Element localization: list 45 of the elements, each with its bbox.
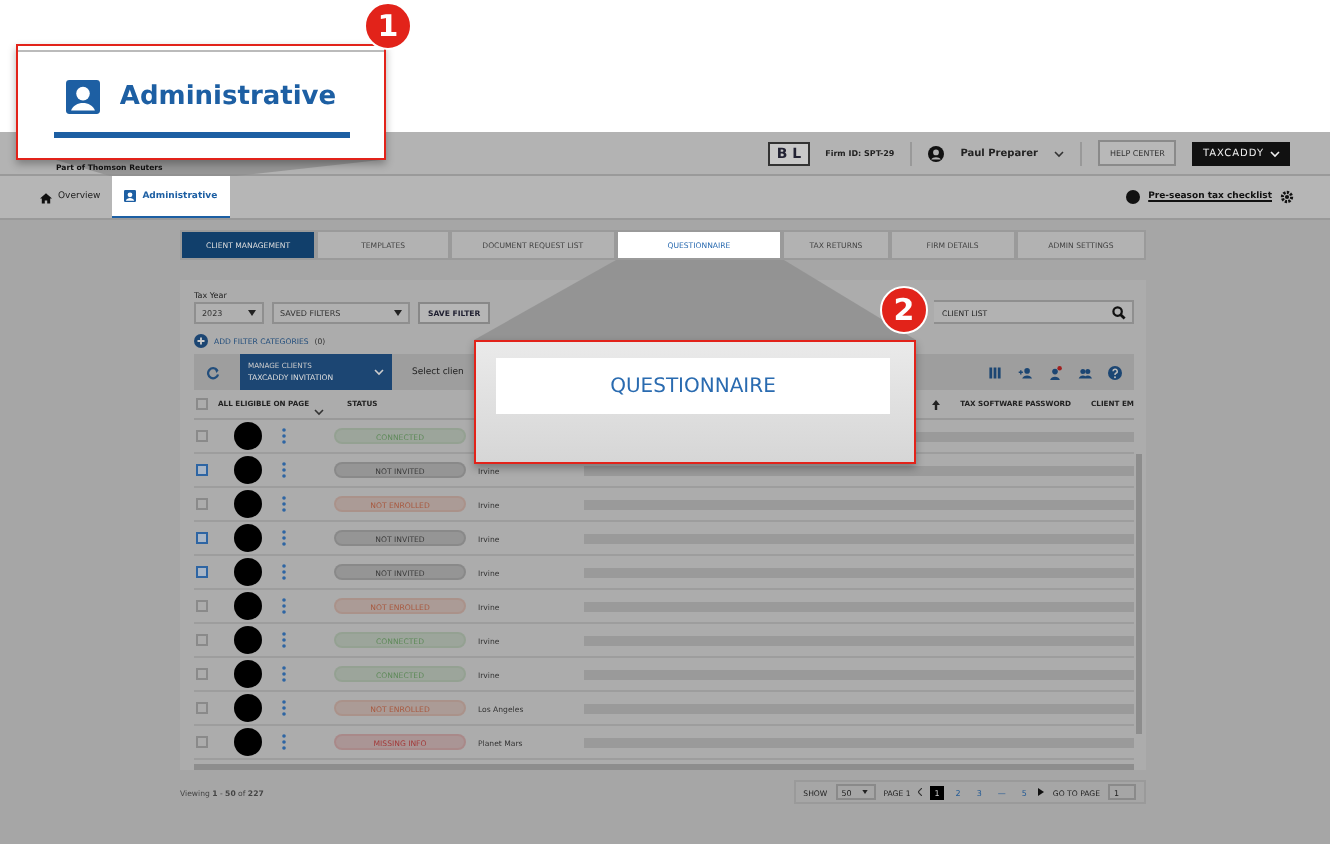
user-icon xyxy=(65,80,100,114)
row-checkbox[interactable] xyxy=(196,668,208,680)
next-icon[interactable] xyxy=(1038,788,1045,796)
settings-icon[interactable] xyxy=(1280,190,1294,204)
previous-icon[interactable] xyxy=(918,788,923,796)
avatar xyxy=(234,728,262,756)
row-checkbox[interactable] xyxy=(196,736,208,748)
columns-icon[interactable] xyxy=(988,365,1002,379)
row-checkbox[interactable] xyxy=(196,464,208,476)
user-icon xyxy=(124,190,137,202)
row-checkbox[interactable] xyxy=(196,566,208,578)
user-notification-icon[interactable] xyxy=(1048,365,1062,379)
row-checkbox[interactable] xyxy=(196,600,208,612)
avatar xyxy=(234,490,262,518)
avatar xyxy=(234,456,262,484)
search-icon[interactable] xyxy=(1112,305,1126,319)
row-checkbox[interactable] xyxy=(196,702,208,714)
add-icon[interactable] xyxy=(194,334,208,348)
callout-label: Administrative xyxy=(119,82,337,112)
home-icon xyxy=(40,191,52,203)
caret-icon xyxy=(313,407,324,415)
row-checkbox[interactable] xyxy=(196,498,208,510)
avatar xyxy=(234,626,262,654)
row-checkbox[interactable] xyxy=(196,532,208,544)
caret-icon xyxy=(374,368,384,376)
sort-icon[interactable] xyxy=(932,399,941,409)
avatar xyxy=(234,558,262,586)
caret-icon xyxy=(248,310,256,316)
row-checkbox[interactable] xyxy=(196,430,208,442)
add-user-icon[interactable] xyxy=(1018,365,1032,379)
caret-icon xyxy=(1053,149,1064,157)
avatar xyxy=(234,422,262,450)
user-icon[interactable] xyxy=(928,145,945,161)
avatar xyxy=(234,524,262,552)
caret-icon xyxy=(861,790,868,794)
avatar xyxy=(234,694,262,722)
caret-icon xyxy=(394,310,402,316)
refresh-icon[interactable] xyxy=(206,365,220,379)
avatar xyxy=(234,592,262,620)
caret-icon xyxy=(1270,149,1280,157)
avatar xyxy=(234,660,262,688)
users-icon[interactable] xyxy=(1078,365,1092,379)
select-all-checkbox[interactable] xyxy=(196,398,208,410)
callout-label: QUESTIONNAIRE xyxy=(610,375,776,397)
row-checkbox[interactable] xyxy=(196,634,208,646)
